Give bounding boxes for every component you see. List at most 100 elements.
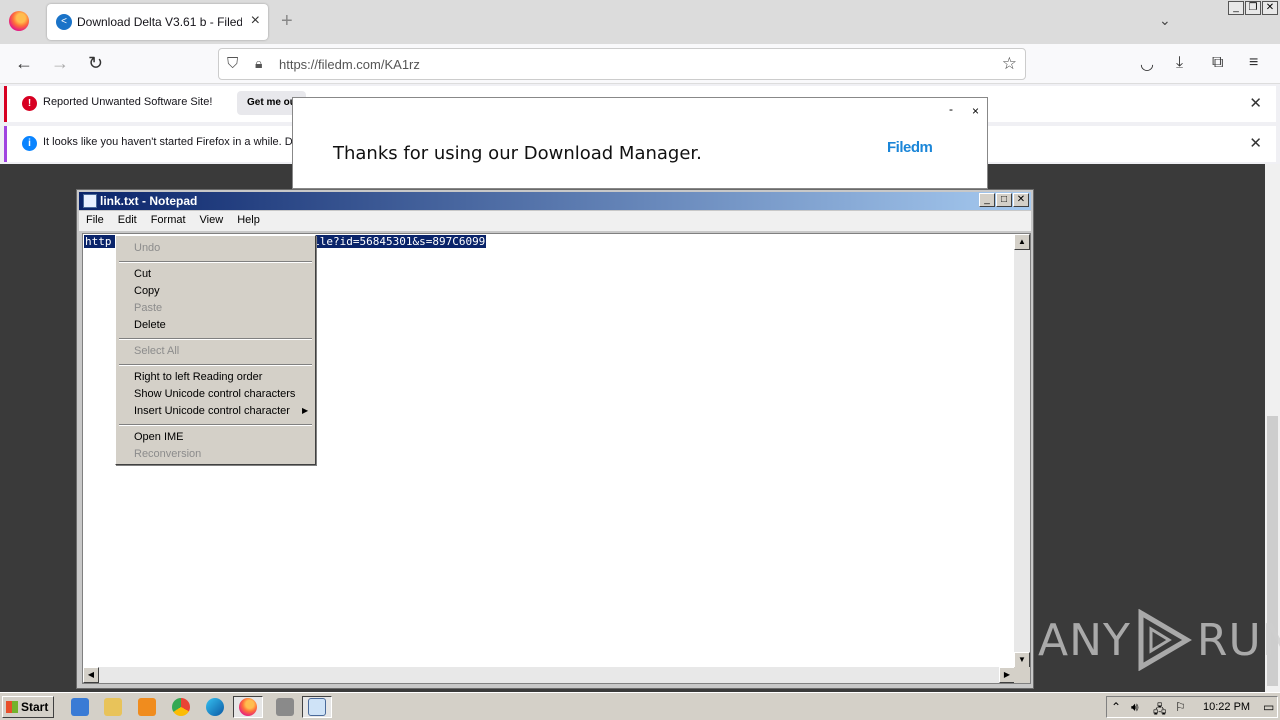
chrome-icon[interactable] [172, 698, 190, 716]
anyrun-watermark: ANY RUN [1038, 608, 1280, 672]
vertical-scrollbar[interactable]: ▲ ▼ [1014, 234, 1030, 668]
network-icon[interactable]: 🖧 [1153, 700, 1166, 720]
menu-item-cut[interactable]: Cut [134, 268, 151, 280]
menu-help[interactable]: Help [230, 211, 267, 231]
taskbar: Start ⌃ 🔊︎ 🖧 ⚐ 10:22 PM ▭ [0, 692, 1280, 720]
address-bar[interactable]: ⛉ 🔒︎ https://filedm.com/KA1rz ☆ [218, 48, 1026, 80]
installer-icon[interactable] [276, 698, 294, 716]
notepad-icon [308, 698, 326, 716]
reload-icon[interactable]: ↻ [88, 53, 103, 74]
minimize-icon[interactable]: - [949, 102, 953, 116]
close-icon[interactable]: × [972, 104, 979, 118]
firefox-icon [239, 698, 257, 716]
media-player-icon[interactable] [138, 698, 156, 716]
notification-text: Reported Unwanted Software Site! [43, 96, 213, 108]
navigation-bar: ← → ↻ ⛉ 🔒︎ https://filedm.com/KA1rz ☆ ◡ … [0, 44, 1280, 84]
window-title: link.txt - Notepad [100, 194, 198, 208]
window-controls: _ □ ✕ [979, 193, 1029, 207]
menu-item-reconversion[interactable]: Reconversion [134, 448, 201, 460]
menu-separator [119, 364, 312, 366]
menu-file[interactable]: File [79, 211, 111, 231]
horizontal-scrollbar[interactable]: ◀ ▶ [83, 667, 1015, 683]
pocket-icon[interactable]: ◡ [1140, 54, 1154, 74]
browser-tab[interactable]: < Download Delta V3.61 b - Filedm.c × [47, 4, 268, 40]
show-hidden-icons-icon[interactable]: ⌃ [1111, 700, 1121, 714]
minimize-icon[interactable]: _ [979, 193, 995, 207]
watermark-right-text: RUN [1196, 614, 1280, 666]
window-controls: _ ❐ ✕ [1228, 1, 1278, 15]
menu-format[interactable]: Format [144, 211, 193, 231]
close-icon[interactable]: ✕ [1013, 193, 1029, 207]
menu-item-paste[interactable]: Paste [134, 302, 162, 314]
menu-separator [119, 261, 312, 263]
firefox-logo-icon[interactable] [9, 11, 29, 31]
tab-close-icon[interactable]: × [251, 12, 260, 30]
url-text[interactable]: https://filedm.com/KA1rz [279, 57, 420, 72]
scroll-up-icon[interactable]: ▲ [1014, 234, 1030, 250]
download-manager-popup: - × Thanks for using our Download Manage… [292, 97, 988, 189]
notification-text: It looks like you haven't started Firefo… [43, 136, 293, 148]
notepad-taskbar-button[interactable] [302, 696, 332, 718]
volume-icon[interactable]: 🔊︎ [1131, 700, 1139, 715]
watermark-left-text: ANY [1038, 614, 1131, 666]
scroll-right-icon[interactable]: ▶ [999, 667, 1015, 683]
menu-separator [119, 338, 312, 340]
menu-item-insert-unicode-control[interactable]: Insert Unicode control character [134, 405, 290, 417]
back-icon[interactable]: ← [15, 53, 33, 74]
filedm-logo: Filedm [887, 139, 933, 156]
menu-item-copy[interactable]: Copy [134, 285, 160, 297]
menu-item-open-ime[interactable]: Open IME [134, 431, 184, 443]
scroll-left-icon[interactable]: ◀ [83, 667, 99, 683]
show-desktop-icon[interactable]: ▭ [1263, 700, 1274, 714]
menu-item-rtl-reading-order[interactable]: Right to left Reading order [134, 371, 262, 383]
menu-view[interactable]: View [193, 211, 231, 231]
notepad-icon [83, 194, 97, 208]
lock-icon[interactable]: 🔒︎ [255, 55, 262, 72]
maximize-icon[interactable]: □ [996, 193, 1012, 207]
clock[interactable]: 10:22 PM [1203, 701, 1250, 713]
menu-bar: File Edit Format View Help [79, 211, 1031, 231]
new-tab-icon[interactable]: + [281, 10, 293, 33]
downloads-icon[interactable]: ⤓ [1176, 54, 1183, 72]
menu-edit[interactable]: Edit [111, 211, 144, 231]
text-end: file?id=56845301&s=897C6099 [306, 235, 486, 248]
menu-icon[interactable]: ≡ [1249, 54, 1258, 72]
system-tray: ⌃ 🔊︎ 🖧 ⚐ 10:22 PM ▭ [1106, 696, 1278, 718]
bookmark-star-icon[interactable]: ☆ [1002, 54, 1017, 74]
forward-icon[interactable]: → [51, 53, 69, 74]
menu-item-select-all[interactable]: Select All [134, 345, 179, 357]
resize-grip[interactable] [1014, 667, 1030, 683]
menu-item-undo[interactable]: Undo [134, 242, 160, 254]
scroll-down-icon[interactable]: ▼ [1014, 652, 1030, 668]
chevron-down-icon[interactable]: ⌄ [1159, 12, 1171, 29]
tab-strip: < Download Delta V3.61 b - Filedm.c × + … [0, 0, 1280, 44]
context-menu: Undo Cut Copy Paste Delete Select All Ri… [115, 235, 316, 465]
filedm-favicon-icon: < [56, 14, 72, 30]
file-explorer-icon[interactable] [104, 698, 122, 716]
action-center-flag-icon[interactable]: ⚐ [1175, 700, 1186, 714]
info-icon: i [22, 136, 37, 151]
warning-icon: ! [22, 96, 37, 111]
close-icon[interactable]: ✕ [1249, 94, 1262, 112]
play-logo-icon [1138, 609, 1192, 671]
close-icon[interactable]: ✕ [1249, 134, 1262, 152]
text-start: http [85, 235, 112, 248]
popup-message: Thanks for using our Download Manager. [333, 143, 702, 164]
internet-explorer-icon[interactable] [71, 698, 89, 716]
start-button[interactable]: Start [2, 696, 54, 718]
restore-icon[interactable]: ❐ [1245, 1, 1261, 15]
firefox-taskbar-button[interactable] [233, 696, 263, 718]
menu-item-delete[interactable]: Delete [134, 319, 166, 331]
minimize-icon[interactable]: _ [1228, 1, 1244, 15]
windows-logo-icon [6, 701, 18, 713]
notepad-title-bar[interactable]: link.txt - Notepad _ □ ✕ [79, 192, 1031, 210]
extensions-icon[interactable]: ⧉ [1212, 54, 1223, 72]
tab-title: Download Delta V3.61 b - Filedm.c [77, 15, 242, 29]
start-label: Start [21, 700, 49, 714]
edge-icon[interactable] [206, 698, 224, 716]
menu-separator [119, 424, 312, 426]
shield-icon[interactable]: ⛉ [227, 55, 238, 72]
close-icon[interactable]: ✕ [1262, 1, 1278, 15]
menu-item-show-unicode-control[interactable]: Show Unicode control characters [134, 388, 295, 400]
submenu-arrow-icon: ▶ [302, 406, 309, 415]
